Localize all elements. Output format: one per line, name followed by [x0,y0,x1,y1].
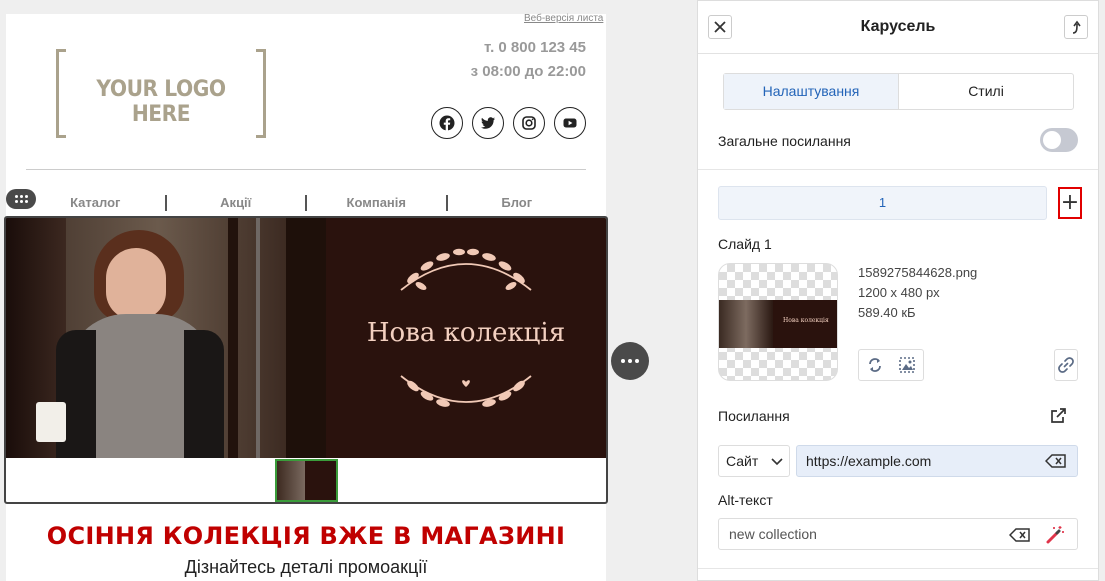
carousel-settings-panel: Карусель Налаштування Стилі Загальне пос… [697,0,1099,581]
block-drag-handle[interactable] [6,189,36,209]
chevron-down-icon [771,458,783,466]
phone-number: т. 0 800 123 45 [484,39,586,56]
link-url-value: https://example.com [806,453,932,469]
panel-tabs: Налаштування Стилі [723,73,1074,110]
social-links [431,107,586,139]
replace-image-icon[interactable] [859,350,891,380]
tab-styles[interactable]: Стилі [899,74,1073,109]
link-type-select[interactable]: Сайт [718,445,790,477]
nav-item-company[interactable]: Компанія [307,194,446,212]
carousel-thumbnails [6,458,606,502]
file-size: 589.40 кБ [858,305,916,320]
promo-subline: Дізнайтесь деталі промоакції [184,557,428,577]
section-divider [698,568,1098,569]
edit-image-icon[interactable] [891,350,923,380]
link-icon[interactable] [1054,349,1078,381]
contact-info: т. 0 800 123 45 з 08:00 до 22:00 [471,36,586,84]
preview-text: Нова колекція [783,317,829,324]
youtube-icon[interactable] [554,107,586,139]
banner-heading: Нова колекція [366,318,566,348]
promo-headline: ОСІННЯ КОЛЕКЦІЯ ВЖЕ В МАГАЗИНІ [46,522,566,550]
alt-text-input[interactable]: new collection [718,518,1078,550]
link-label: Посилання [718,408,790,424]
file-name: 1589275844628.png [858,265,978,280]
move-up-icon[interactable] [1064,15,1088,39]
nav-item-catalog[interactable]: Каталог [26,194,165,212]
external-link-icon[interactable] [1048,406,1068,426]
clear-alt-icon[interactable] [1009,527,1031,543]
file-dimensions: 1200 x 480 px [858,285,940,300]
slide-image-preview[interactable]: Нова колекція [718,263,838,381]
magic-wand-icon[interactable] [1045,525,1065,545]
slide-selector-1[interactable]: 1 [718,186,1047,220]
web-version-link[interactable]: Веб-версія листа [524,13,603,24]
add-slide-button[interactable]: + [1058,187,1082,219]
logo[interactable]: YOUR LOGO HERE [56,49,266,138]
link-url-input[interactable]: https://example.com [796,445,1078,477]
nav-item-promotions[interactable]: Акції [167,194,306,212]
twitter-icon[interactable] [472,107,504,139]
slide-label: Слайд 1 [718,236,772,252]
panel-title: Карусель [860,18,936,35]
email-canvas: Веб-версія листа YOUR LOGO HERE т. 0 800… [4,13,608,581]
general-link-row: Загальне посилання [718,128,1078,152]
alt-text-label: Alt-текст [718,492,773,508]
link-type-value: Сайт [726,453,759,469]
laurel-bottom-icon [400,375,532,407]
tab-settings[interactable]: Налаштування [724,74,899,109]
carousel-banner-image: Нова колекція [6,218,606,458]
general-link-toggle[interactable] [1040,128,1078,152]
panel-header: Карусель [698,1,1098,54]
general-link-label: Загальне посилання [718,133,851,149]
facebook-icon[interactable] [431,107,463,139]
working-hours: з 08:00 до 22:00 [470,63,586,80]
carousel-thumbnail-1[interactable] [274,458,338,502]
email-nav-menu: Каталог Акції Компанія Блог [26,194,586,212]
clear-url-icon[interactable] [1045,453,1067,469]
block-more-options-button[interactable] [611,342,649,380]
file-info: 1589275844628.png 1200 x 480 px 589.40 к… [858,263,977,323]
nav-item-blog[interactable]: Блог [448,194,587,212]
alt-text-value: new collection [729,526,817,542]
header-divider [26,169,586,170]
carousel-block[interactable]: Нова колекція [4,216,608,504]
instagram-icon[interactable] [513,107,545,139]
logo-text: YOUR LOGO HERE [96,77,226,127]
image-tools [858,349,924,381]
laurel-top-icon [400,248,532,291]
section-divider [698,169,1098,170]
